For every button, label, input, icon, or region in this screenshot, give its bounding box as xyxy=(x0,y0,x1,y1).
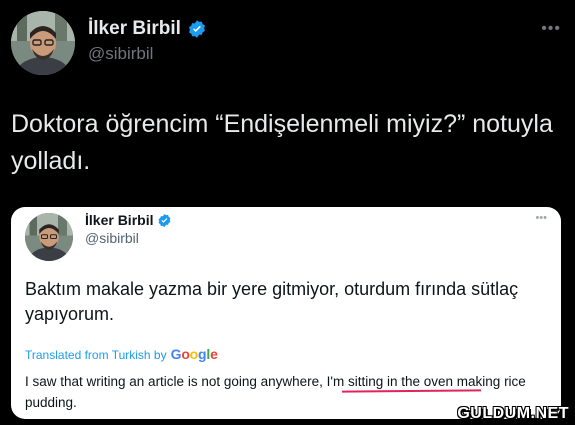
embedded-author-handle: @sibirbil xyxy=(85,230,139,246)
watermark: GULDUM.NET xyxy=(457,405,569,422)
author-handle[interactable]: @sibirbil xyxy=(88,44,153,64)
google-logo: Google xyxy=(170,346,218,362)
avatar-image xyxy=(11,11,75,75)
verified-badge-icon xyxy=(189,20,205,38)
more-options-icon[interactable]: ••• xyxy=(541,20,561,38)
author-name[interactable]: İlker Birbil xyxy=(88,18,181,40)
author-name-row[interactable]: İlker Birbil xyxy=(88,18,207,40)
avatar[interactable] xyxy=(11,11,75,75)
embedded-avatar xyxy=(25,213,73,261)
embedded-author-name: İlker Birbil xyxy=(85,212,154,228)
embedded-tweet-text: Baktım makale yazma bir yere gitmiyor, o… xyxy=(25,279,519,324)
embedded-verified-badge-icon xyxy=(159,213,171,227)
embedded-avatar-image xyxy=(25,213,73,261)
embedded-screenshot[interactable]: İlker Birbil @sibirbil ••• Baktım makale… xyxy=(11,207,561,419)
translated-label: Translated from Turkish by xyxy=(25,348,167,362)
embedded-author-name-row: İlker Birbil xyxy=(85,212,172,228)
embedded-more-options-icon: ••• xyxy=(535,212,547,224)
tweet-text: Doktora öğrencim “Endişelenmeli miyiz?” … xyxy=(11,110,553,175)
tweet: İlker Birbil @sibirbil ••• Doktora öğren… xyxy=(0,0,575,425)
translation-attribution[interactable]: Translated from Turkish by Google xyxy=(25,346,218,362)
